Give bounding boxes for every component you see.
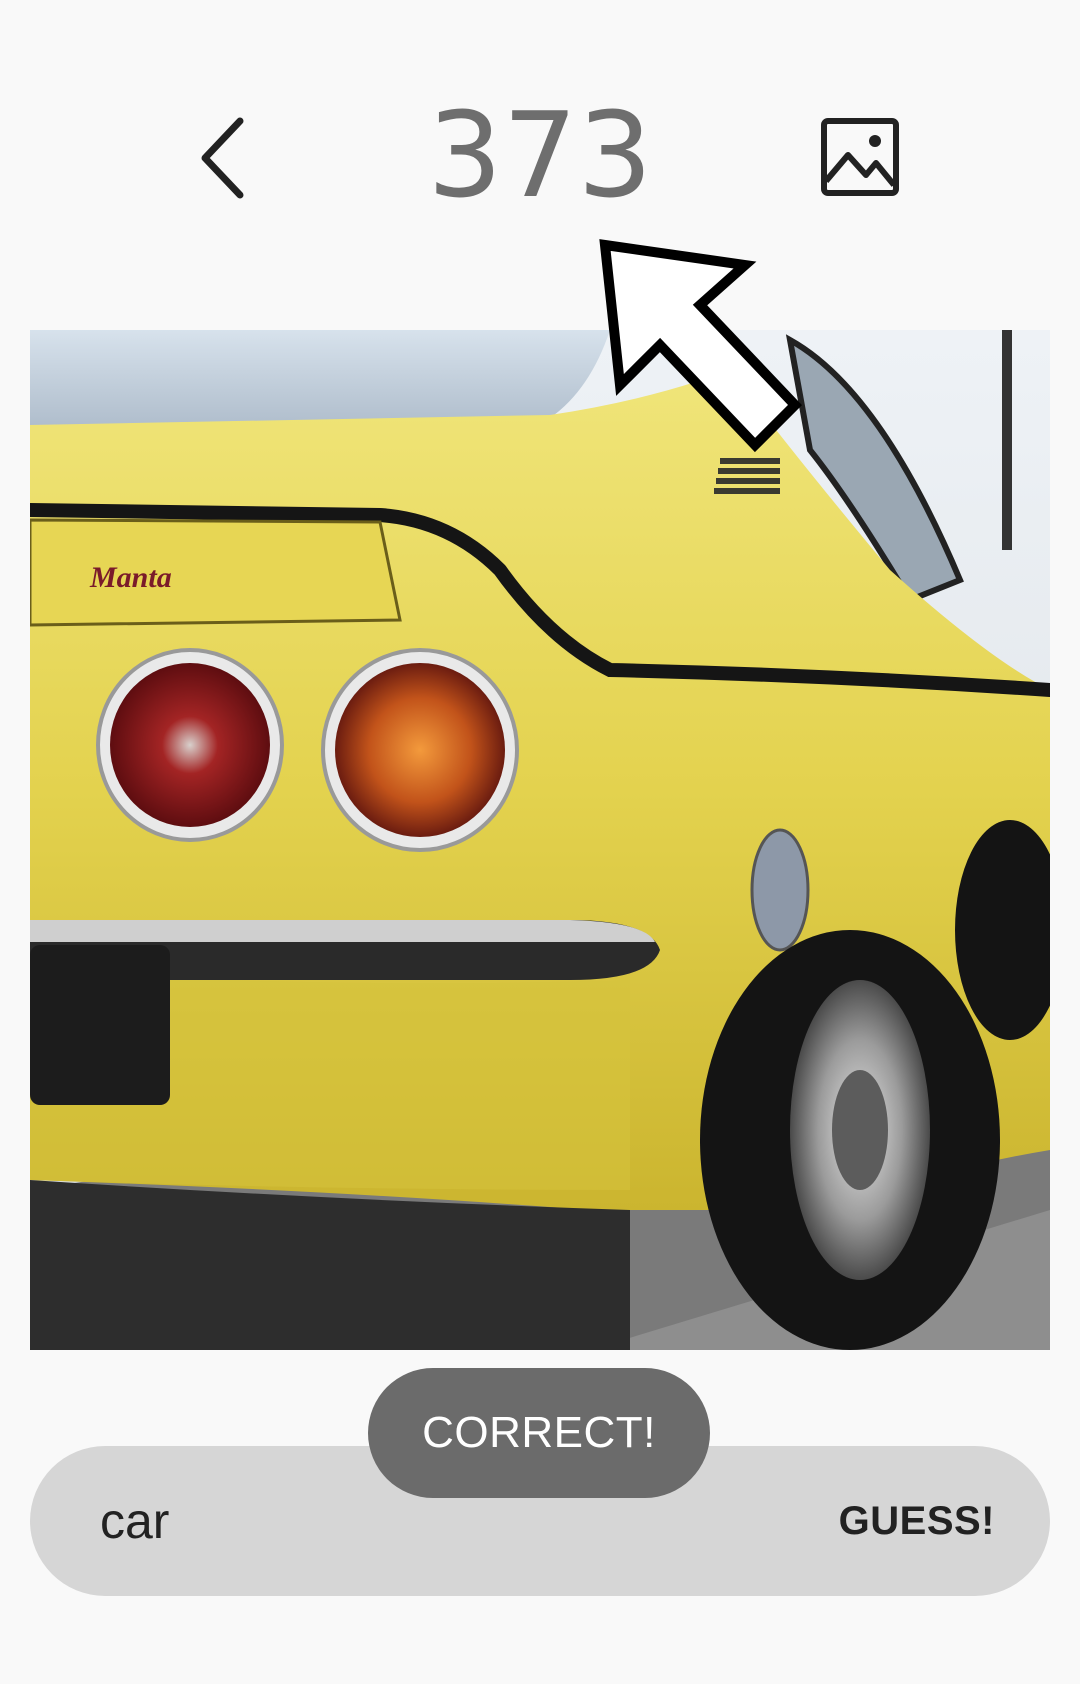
guess-photo: Manta [30,330,1050,1350]
car-photo: Manta [30,330,1050,1350]
car-emblem: Manta [89,561,172,594]
guess-button[interactable]: GUESS! [839,1476,995,1566]
guess-screen: 373 Manta car GUESS! CORRECT! [0,0,1080,1684]
image-icon [821,118,899,196]
back-button[interactable] [180,108,270,208]
score-counter: 373 [427,86,653,224]
chevron-left-icon [201,117,244,199]
image-button[interactable] [815,112,905,202]
correct-toast: CORRECT! [368,1368,710,1498]
